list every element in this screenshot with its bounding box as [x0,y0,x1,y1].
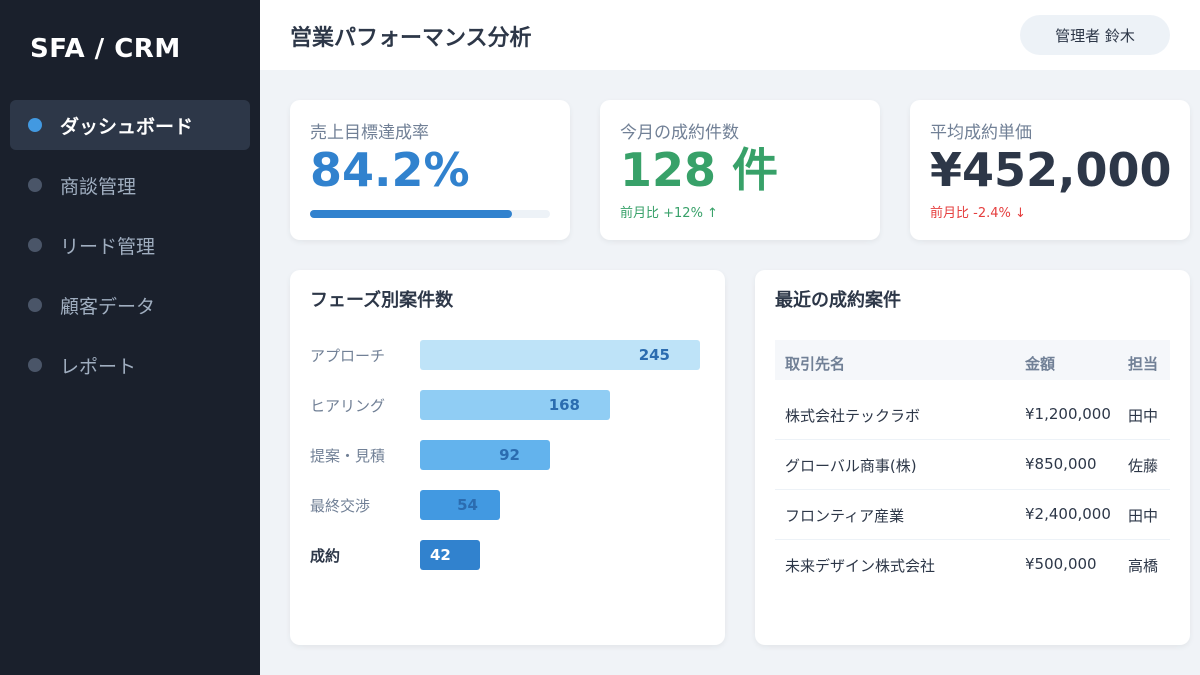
cell-owner: 佐藤 [1128,457,1159,475]
column-header-amount[interactable]: 金額 [1025,353,1055,374]
cell-owner: 田中 [1128,407,1159,425]
kpi-label: 売上目標達成率 [310,123,429,143]
phase-value: 54 [457,496,478,514]
page-title: 営業パフォーマンス分析 [290,26,532,51]
sidebar-item-reports[interactable]: レポート [10,340,250,390]
phase-bar: 92 [420,440,550,470]
kpi-card-average-price: 平均成約単価 ¥452,000 前月比 -2.4% ↓ [910,100,1190,240]
phase-label: 成約 [310,547,341,565]
cell-client: 未来デザイン株式会社 [785,557,936,575]
cell-client: フロンティア産業 [785,507,905,525]
table-row[interactable]: グローバル商事(株) ¥850,000 佐藤 [775,440,1170,490]
kpi-value: ¥452,000 [930,143,1172,197]
sidebar-item-label: 顧客データ [60,295,156,318]
phase-bar: 245 [420,340,700,370]
column-header-client[interactable]: 取引先名 [785,353,845,374]
cell-client: グローバル商事(株) [785,457,917,475]
cell-client: 株式会社テックラボ [785,407,921,425]
phase-value: 42 [430,546,451,564]
sidebar-item-label: 商談管理 [60,175,137,198]
cell-amount: ¥2,400,000 [1025,505,1111,523]
phase-value: 168 [548,396,580,414]
phase-row: 最終交渉 54 [310,490,710,520]
progress-bar [310,210,550,218]
progress-fill [310,210,513,218]
phase-value: 245 [638,346,670,364]
sidebar-item-label: リード管理 [60,235,156,258]
dot-icon [28,178,42,192]
phase-bar: 168 [420,390,610,420]
dot-icon [28,238,42,252]
phase-row: 成約 42 [310,540,710,570]
kpi-change: 前月比 -2.4% ↓ [930,206,1026,221]
top-header: 営業パフォーマンス分析 管理者 鈴木 [260,0,1200,70]
user-menu-button[interactable]: 管理者 鈴木 [1020,15,1170,55]
dot-icon [28,358,42,372]
table-header: 取引先名 金額 担当 [775,340,1170,380]
phase-row: ヒアリング 168 [310,390,710,420]
column-header-owner[interactable]: 担当 [1128,353,1158,374]
cell-amount: ¥500,000 [1025,555,1097,573]
phase-chart-panel: フェーズ別案件数 アプローチ 245 ヒアリング 168 提案・見積 92 最終… [290,270,725,645]
sidebar: SFA / CRM ダッシュボード 商談管理 リード管理 顧客データ レポート [0,0,260,675]
cell-amount: ¥1,200,000 [1025,405,1111,423]
kpi-change: 前月比 +12% ↑ [620,206,718,221]
phase-label: アプローチ [310,347,386,365]
phase-bar: 54 [420,490,500,520]
phase-label: 最終交渉 [310,497,371,515]
recent-deals-panel: 最近の成約案件 取引先名 金額 担当 株式会社テックラボ ¥1,200,000 … [755,270,1190,645]
sidebar-nav: ダッシュボード 商談管理 リード管理 顧客データ レポート [10,100,250,400]
table-row[interactable]: フロンティア産業 ¥2,400,000 田中 [775,490,1170,540]
phase-bar: 42 [420,540,480,570]
cell-owner: 高橋 [1128,557,1159,575]
phase-row: アプローチ 245 [310,340,710,370]
kpi-label: 今月の成約件数 [620,123,739,143]
brand-logo: SFA / CRM [30,34,181,64]
sidebar-item-negotiations[interactable]: 商談管理 [10,160,250,210]
kpi-label: 平均成約単価 [930,123,1032,143]
sidebar-item-leads[interactable]: リード管理 [10,220,250,270]
cell-owner: 田中 [1128,507,1159,525]
dot-icon [28,298,42,312]
table-row[interactable]: 未来デザイン株式会社 ¥500,000 高橋 [775,540,1170,590]
kpi-value: 128 件 [620,143,779,197]
panel-title: 最近の成約案件 [775,290,901,311]
phase-value: 92 [499,446,520,464]
sidebar-item-customers[interactable]: 顧客データ [10,280,250,330]
table-row[interactable]: 株式会社テックラボ ¥1,200,000 田中 [775,390,1170,440]
phase-row: 提案・見積 92 [310,440,710,470]
sidebar-item-label: レポート [60,355,137,378]
kpi-card-target: 売上目標達成率 84.2% [290,100,570,240]
kpi-value: 84.2% [310,143,470,197]
sidebar-item-label: ダッシュボード [60,115,194,138]
phase-label: 提案・見積 [310,447,386,465]
dot-icon [28,118,42,132]
sidebar-item-dashboard[interactable]: ダッシュボード [10,100,250,150]
cell-amount: ¥850,000 [1025,455,1097,473]
phase-label: ヒアリング [310,397,386,415]
kpi-card-deals: 今月の成約件数 128 件 前月比 +12% ↑ [600,100,880,240]
panel-title: フェーズ別案件数 [310,290,454,311]
